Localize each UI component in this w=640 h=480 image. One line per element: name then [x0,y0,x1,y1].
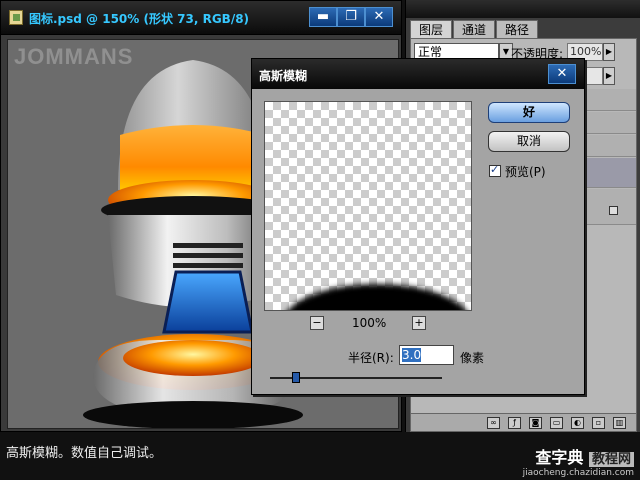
preview-checkbox[interactable] [489,163,501,177]
preview-shadow-shape [288,284,466,310]
panel-footer: ∞ ƒ ◙ ▭ ◐ ▫ ▥ [411,413,636,431]
fx-icon[interactable]: ƒ [508,416,521,429]
zoom-out-button[interactable]: − [310,316,324,330]
screen: 图标.psd @ 150% (形状 73, RGB/8) ▬ ❐ ✕ JOMMA… [0,0,640,480]
psd-file-icon [9,10,23,25]
zoom-value: 100% [352,316,387,330]
panel-titlebar[interactable] [406,0,640,18]
gaussian-blur-dialog: 高斯模糊 ✕ − 100% + 好 取消 预览(P) 半径(R): 3.0 像素 [251,58,585,395]
fill-arrow-icon[interactable]: ▶ [603,67,615,85]
minimize-button[interactable]: ▬ [309,7,337,27]
zoom-in-button[interactable]: + [412,316,426,330]
radius-label: 半径(R): [348,351,394,365]
radius-value: 3.0 [402,348,422,362]
lock-icon [609,206,618,215]
site-name-a: 查字典 [535,448,584,467]
site-name: 查字典 教程网 [523,444,634,468]
radius-slider-thumb[interactable] [291,372,300,383]
document-title: 图标.psd @ 150% (形状 73, RGB/8) [29,12,250,26]
preview-label: 预览(P) [505,165,546,179]
ok-button[interactable]: 好 [488,102,570,123]
mask-icon[interactable]: ◙ [529,416,542,429]
tab-channels[interactable]: 通道 [453,20,496,38]
tab-paths[interactable]: 路径 [496,20,539,38]
radius-unit: 像素 [460,351,485,365]
trash-icon[interactable]: ▥ [613,416,626,429]
maximize-button[interactable]: ❐ [337,7,365,27]
opacity-arrow-icon[interactable]: ▶ [603,43,615,61]
close-icon[interactable]: ✕ [548,64,576,84]
adjust-icon[interactable]: ◐ [571,416,584,429]
blur-preview[interactable] [264,101,472,311]
dialog-title: 高斯模糊 [259,69,308,83]
caption-text: 高斯模糊。数值自己调试。 [6,446,163,461]
site-url: jiaocheng.chazidian.com [522,468,634,478]
document-titlebar[interactable]: 图标.psd @ 150% (形状 73, RGB/8) ▬ ❐ ✕ [1,1,401,35]
dialog-titlebar[interactable]: 高斯模糊 ✕ [252,59,584,89]
tab-layers[interactable]: 图层 [410,20,453,38]
new-layer-icon[interactable]: ▫ [592,416,605,429]
link-icon[interactable]: ∞ [487,416,500,429]
site-watermark: 查字典 教程网 jiaocheng.chazidian.com [523,444,634,478]
site-name-b: 教程网 [588,452,634,467]
folder-icon[interactable]: ▭ [550,416,563,429]
radius-input[interactable]: 3.0 [399,345,454,365]
cancel-button[interactable]: 取消 [488,131,570,152]
panel-tabs: 图层 通道 路径 [410,20,539,38]
close-button[interactable]: ✕ [365,7,393,27]
